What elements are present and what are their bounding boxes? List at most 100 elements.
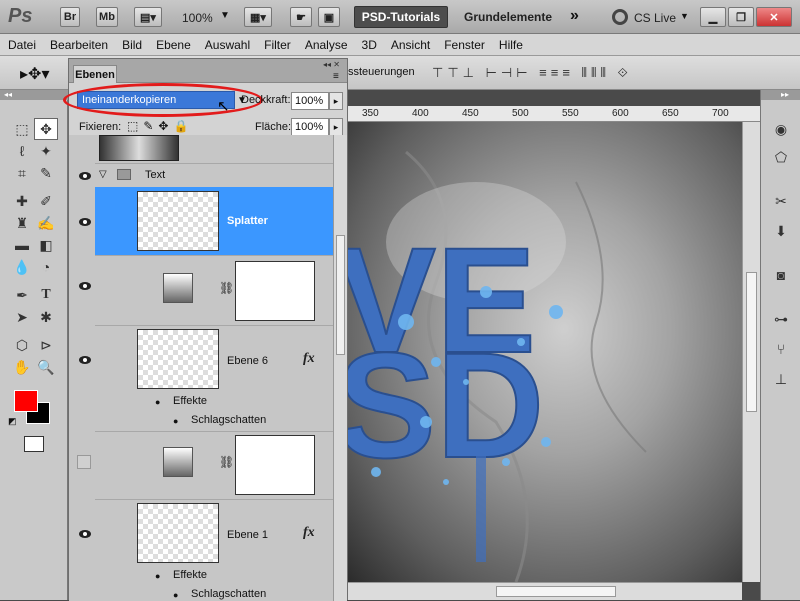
effect-drop-shadow[interactable]: Schlagschatten	[191, 414, 266, 426]
panel-collapse-icon[interactable]: ◂◂ ✕	[323, 60, 340, 69]
workspace-psd-tutorials[interactable]: PSD-Tutorials	[354, 6, 448, 28]
minimize-button[interactable]: ▁	[700, 7, 726, 27]
layer-mask-thumbnail[interactable]	[235, 261, 315, 321]
path-selection-icon[interactable]: ➤	[10, 306, 34, 328]
menu-analyse[interactable]: Analyse	[305, 38, 348, 52]
effect-drop-shadow[interactable]: Schlagschatten	[191, 588, 266, 600]
eyedropper-icon[interactable]: ✎	[34, 162, 58, 184]
cs-live-icon[interactable]	[612, 9, 628, 25]
more-workspaces-icon[interactable]: »	[570, 7, 579, 25]
layer-thumbnail[interactable]	[137, 329, 219, 389]
healing-brush-icon[interactable]: ✚	[10, 190, 34, 212]
levels-adjustment-icon[interactable]	[163, 273, 193, 303]
effect-eye-icon[interactable]: ●	[173, 590, 178, 600]
panel-menu-icon[interactable]: ≡	[333, 71, 339, 82]
layer-thumbnail[interactable]	[99, 135, 179, 161]
menu-datei[interactable]: Datei	[8, 38, 36, 52]
horizontal-scroll-thumb[interactable]	[496, 586, 616, 597]
magic-wand-icon[interactable]: ✦	[34, 140, 58, 162]
expand-icon[interactable]: ▸▸	[761, 90, 800, 100]
vertical-scroll-thumb[interactable]	[746, 272, 757, 412]
paint-panel-icon[interactable]: ⬇	[769, 220, 793, 242]
eraser-icon[interactable]: ▬	[10, 234, 34, 256]
lasso-tool-icon[interactable]: ℓ	[10, 140, 34, 162]
collapse-icon[interactable]: ◂◂	[0, 90, 68, 100]
horizontal-scrollbar[interactable]	[346, 582, 742, 600]
effects-eye-icon[interactable]: ●	[155, 397, 160, 407]
gradient-tool-icon[interactable]: ◧	[34, 234, 58, 256]
3d-rotate-icon[interactable]: ⬡	[10, 334, 34, 356]
fx-icon[interactable]: fx	[303, 525, 315, 541]
hand-screen-button[interactable]: ☛	[290, 7, 312, 27]
visibility-eye-icon[interactable]	[75, 279, 95, 293]
group-name[interactable]: Text	[145, 169, 165, 181]
effects-eye-icon[interactable]: ●	[155, 571, 160, 581]
effects-label[interactable]: Effekte	[173, 569, 207, 581]
fill-input[interactable]: 100%	[291, 118, 329, 136]
layers-scroll-thumb[interactable]	[336, 235, 345, 355]
cs-live-dropdown-icon[interactable]: ▼	[680, 11, 689, 21]
menu-auswahl[interactable]: Auswahl	[205, 38, 250, 52]
layers-scrollbar[interactable]	[333, 135, 347, 601]
layer-name-ebene1[interactable]: Ebene 1	[227, 529, 268, 541]
brush-tool-icon[interactable]: ✐	[34, 190, 58, 212]
visibility-eye-icon[interactable]	[75, 353, 95, 367]
marquee-tool-icon[interactable]: ⬚	[10, 118, 34, 140]
fill-stepper-icon[interactable]: ▸	[329, 118, 343, 136]
chain-link-icon[interactable]: ⛓	[219, 455, 234, 469]
lock-icons[interactable]: ⬚✎✥🔒	[127, 119, 193, 133]
layer-name-splatter[interactable]: Splatter	[227, 215, 268, 227]
fx-icon[interactable]: fx	[303, 351, 315, 367]
clone-stamp-icon[interactable]: ♜	[10, 212, 34, 234]
dodge-tool-icon[interactable]: ◔	[34, 256, 58, 278]
default-colors-icon[interactable]: ◩	[8, 416, 17, 427]
layer-mask-thumbnail[interactable]	[235, 435, 315, 495]
pen-tool-icon[interactable]: ✒	[10, 284, 34, 306]
paths-panel-icon[interactable]: ⑂	[769, 338, 793, 360]
quick-mask-icon[interactable]	[24, 436, 44, 452]
layer-thumbnail[interactable]	[137, 503, 219, 563]
stamp-panel-icon[interactable]: ⊥	[769, 368, 793, 390]
zoom-dropdown-icon[interactable]: ▼	[220, 10, 230, 21]
visibility-eye-icon[interactable]	[75, 215, 95, 229]
visibility-eye-icon[interactable]	[75, 527, 95, 541]
restore-button[interactable]: ❐	[728, 7, 754, 27]
effects-label[interactable]: Effekte	[173, 395, 207, 407]
workspace-grundelemente[interactable]: Grundelemente	[460, 6, 556, 28]
foreground-color-swatch[interactable]	[14, 390, 38, 412]
extras-menu-button[interactable]: ▤▾	[134, 7, 162, 27]
menu-3d[interactable]: 3D	[362, 38, 377, 52]
transform-controls-label[interactable]: ssteuerungen	[348, 66, 415, 78]
arrange-documents-button[interactable]: ▦▾	[244, 7, 272, 27]
zoom-tool-icon[interactable]: 🔍	[34, 356, 58, 378]
bridge-button[interactable]: Br	[60, 7, 80, 27]
zoom-level[interactable]: 100%	[182, 11, 213, 25]
screen-mode-button[interactable]: ▣	[318, 7, 340, 27]
chain-link-icon[interactable]: ⛓	[219, 281, 234, 295]
3d-panel-icon[interactable]: ◉	[769, 118, 793, 140]
menu-hilfe[interactable]: Hilfe	[499, 38, 523, 52]
move-tool-preset-icon[interactable]: ▸✥▾	[20, 64, 49, 84]
transform-panel-icon[interactable]: ⬠	[769, 146, 793, 168]
document-canvas[interactable]: VE SD	[346, 122, 742, 582]
close-button[interactable]: ✕	[756, 7, 792, 27]
visibility-eye-icon[interactable]	[75, 169, 95, 183]
type-tool-icon[interactable]: T	[34, 284, 58, 306]
opacity-stepper-icon[interactable]: ▸	[329, 92, 343, 110]
align-icons[interactable]: ⊤⊤⊥ ⊢⊣⊢ ≡≡≡ ⫴⫴⫴ ⟐	[432, 65, 632, 81]
tab-ebenen[interactable]: Ebenen	[73, 65, 117, 83]
3d-camera-icon[interactable]: ⊳	[34, 334, 58, 356]
menu-bearbeiten[interactable]: Bearbeiten	[50, 38, 108, 52]
cs-live-label[interactable]: CS Live	[634, 11, 676, 25]
menu-ansicht[interactable]: Ansicht	[391, 38, 430, 52]
crop-tool-icon[interactable]: ⌗	[10, 162, 34, 184]
menu-ebene[interactable]: Ebene	[156, 38, 191, 52]
camera-panel-icon[interactable]: ◙	[769, 264, 793, 286]
visibility-toggle[interactable]	[77, 455, 91, 469]
opacity-input[interactable]: 100%	[291, 92, 329, 110]
menu-fenster[interactable]: Fenster	[444, 38, 485, 52]
levels-adjustment-icon[interactable]	[163, 447, 193, 477]
group-expand-icon[interactable]: ▽	[99, 169, 107, 180]
hand-tool-icon[interactable]: ✋	[10, 356, 34, 378]
blur-tool-icon[interactable]: 💧	[10, 256, 34, 278]
